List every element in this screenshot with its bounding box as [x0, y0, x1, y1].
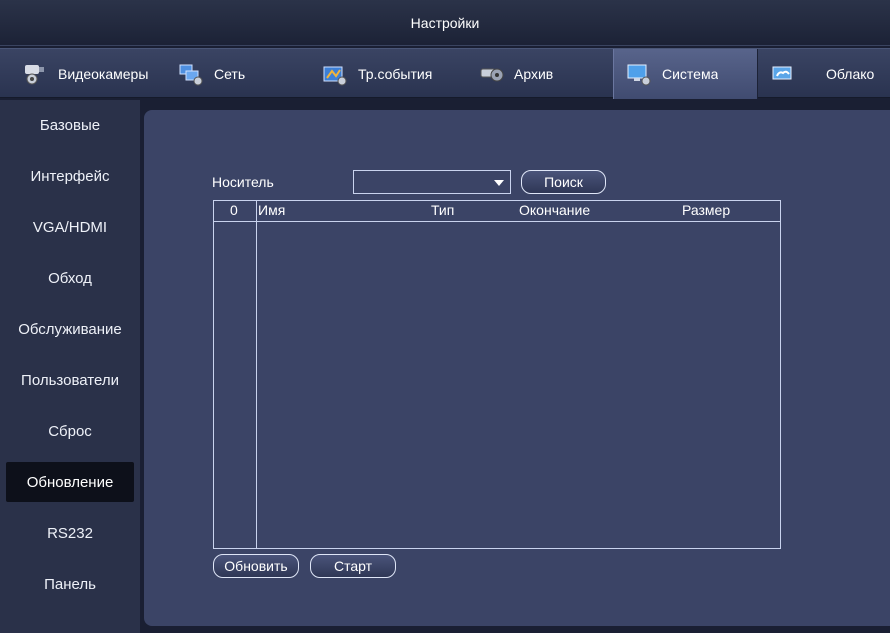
- window-title: Настройки: [410, 14, 480, 31]
- sidebar-item-upgrade[interactable]: Обновление: [6, 462, 134, 502]
- network-icon: [179, 64, 203, 86]
- sidebar-item-users[interactable]: Пользователи: [0, 360, 140, 400]
- column-header-end: Окончание: [519, 202, 591, 218]
- tab-cameras[interactable]: Видеокамеры: [22, 49, 157, 99]
- sidebar-item-reset[interactable]: Сброс: [0, 411, 140, 451]
- tab-network[interactable]: Сеть: [178, 49, 290, 99]
- storage-icon: [480, 68, 504, 82]
- sidebar: Базовые Интерфейс VGA/HDMI Обход Обслужи…: [0, 100, 140, 633]
- sidebar-item-label: VGA/HDMI: [32, 218, 108, 236]
- column-header-index: 0: [230, 202, 238, 218]
- alarm-events-icon: [323, 66, 347, 86]
- system-icon: [627, 64, 651, 86]
- sidebar-item-basic[interactable]: Базовые: [0, 105, 140, 145]
- tab-network-label: Сеть: [214, 66, 246, 82]
- sidebar-item-rs232[interactable]: RS232: [0, 513, 140, 553]
- tab-alarm-events-label: Тр.события: [358, 66, 433, 82]
- sidebar-item-label: Обход: [48, 269, 92, 287]
- sidebar-item-panel[interactable]: Панель: [0, 564, 140, 604]
- device-label: Носитель: [212, 174, 274, 190]
- tab-storage[interactable]: Архив: [478, 49, 590, 99]
- device-select[interactable]: [353, 170, 511, 194]
- table-header: 0 Имя Тип Окончание Размер: [214, 201, 780, 222]
- sidebar-item-label: Обслуживание: [18, 320, 122, 338]
- file-table[interactable]: 0 Имя Тип Окончание Размер: [213, 200, 781, 549]
- sidebar-item-label: Базовые: [39, 116, 101, 134]
- window-title-bar: Настройки: [0, 0, 890, 46]
- sidebar-item-tour[interactable]: Обход: [0, 258, 140, 298]
- column-divider: [256, 201, 257, 548]
- tab-cloud[interactable]: Облако: [770, 49, 890, 99]
- tab-cloud-label: Облако: [826, 66, 875, 82]
- tab-alarm-events[interactable]: Тр.события: [322, 49, 462, 99]
- sidebar-item-label: Сброс: [48, 422, 92, 440]
- chevron-down-icon: [494, 180, 504, 186]
- sidebar-item-label: Пользователи: [21, 371, 119, 389]
- tab-cameras-label: Видеокамеры: [58, 66, 149, 82]
- cloud-icon: [772, 66, 792, 80]
- sidebar-item-label: RS232: [47, 524, 93, 542]
- upgrade-panel: Носитель Поиск 0 Имя Тип Окончание Разме…: [144, 110, 890, 626]
- sidebar-item-maintenance[interactable]: Обслуживание: [0, 309, 140, 349]
- column-header-type: Тип: [431, 202, 455, 218]
- sidebar-item-label: Обновление: [26, 473, 114, 491]
- refresh-button[interactable]: Обновить: [213, 554, 299, 578]
- tab-system-label: Система: [662, 66, 719, 82]
- sidebar-item-vga-hdmi[interactable]: VGA/HDMI: [0, 207, 140, 247]
- tab-storage-label: Архив: [514, 66, 554, 82]
- sidebar-item-interface[interactable]: Интерфейс: [0, 156, 140, 196]
- start-button[interactable]: Старт: [310, 554, 396, 578]
- sidebar-item-label: Панель: [44, 575, 96, 593]
- column-header-size: Размер: [682, 202, 731, 218]
- top-tab-bar: Видеокамеры Сеть Тр.события Архив Систем…: [0, 48, 890, 99]
- sidebar-item-label: Интерфейс: [30, 167, 110, 185]
- search-button[interactable]: Поиск: [521, 170, 606, 194]
- camera-icon: [25, 65, 44, 85]
- tab-system[interactable]: Система: [613, 49, 758, 99]
- column-header-name: Имя: [258, 202, 286, 218]
